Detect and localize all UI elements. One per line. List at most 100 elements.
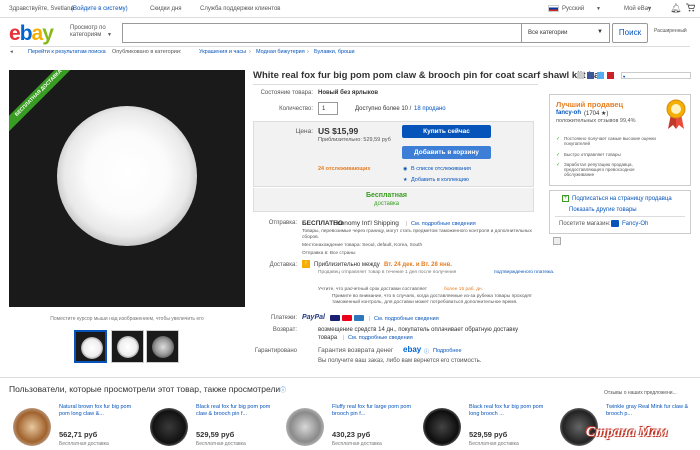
similar-item-price: 529,59 руб bbox=[196, 430, 235, 439]
chevron-down-icon: ▼ bbox=[647, 6, 652, 12]
search-button[interactable]: Поиск bbox=[612, 23, 648, 43]
image-zoom-caption: Поместите курсор мыши над изображением, … bbox=[50, 316, 204, 322]
feedback-link[interactable]: Отзывы о наших предложени... bbox=[604, 390, 677, 396]
browse-categories-button[interactable]: Просмотр по категориям bbox=[70, 25, 112, 39]
returns-details-link[interactable]: См. подробные сведения bbox=[348, 335, 413, 341]
pinterest-share-icon[interactable] bbox=[607, 72, 614, 79]
watch-list-link[interactable]: В список отслеживания bbox=[411, 166, 471, 172]
guarantee-note: Вы получите ваш заказ, либо вам вернется… bbox=[318, 358, 482, 364]
visit-store-label: Посетите магазин: bbox=[559, 221, 611, 227]
seller-name-link[interactable]: fancy-oh bbox=[556, 110, 581, 116]
item-location: Местонахождение товара: Seoul, default, … bbox=[302, 243, 423, 248]
header: ebay Просмотр по категориям ▼ Все катего… bbox=[0, 18, 700, 46]
delivery-note1: Продавец отправляет товар в течение 1 дн… bbox=[318, 270, 457, 275]
language-select[interactable]: Русский bbox=[562, 6, 584, 12]
ebay-logo[interactable]: ebay bbox=[9, 22, 54, 46]
category-select[interactable]: Все категории ▼ bbox=[522, 23, 610, 43]
search-input[interactable] bbox=[122, 23, 522, 43]
delivery-calendar-icon: ! bbox=[302, 260, 310, 268]
subscribe-seller-link[interactable]: Подписаться на страницу продавца bbox=[572, 196, 672, 202]
delivery-estimate: Приблизительно между bbox=[314, 262, 380, 268]
guarantee-text: Гарантия возврата денег bbox=[318, 347, 394, 354]
similar-item-card[interactable]: Black real fox fur big pom pom long broo… bbox=[419, 400, 552, 450]
add-to-cart-button[interactable]: Добавить в корзину bbox=[402, 146, 491, 159]
amex-icon bbox=[354, 315, 364, 321]
guarantee-more-link[interactable]: Подробнее bbox=[433, 348, 462, 354]
returns-label: Возврат: bbox=[272, 327, 297, 333]
similar-item-name[interactable]: Twinkle gray Real Mink fur claw & brooch… bbox=[606, 404, 698, 417]
signin-link[interactable]: (Войдите в систему) bbox=[71, 6, 128, 12]
buy-now-button[interactable]: Купить сейчас bbox=[402, 125, 491, 138]
similar-item-name[interactable]: Natural brown fox fur big pom pom long c… bbox=[59, 404, 141, 417]
breadcrumb-fashion[interactable]: Модная бижутерия bbox=[256, 49, 305, 55]
breadcrumb-brooches[interactable]: Булавки, броши bbox=[314, 49, 355, 55]
similar-item-card[interactable]: Natural brown fox fur big pom pom long c… bbox=[9, 400, 142, 450]
seller-point-2: Быстро отправляет товары bbox=[564, 152, 621, 157]
shipping-details-link[interactable]: См. подробные сведения bbox=[411, 221, 476, 227]
main-product-image[interactable]: БЕСПЛАТНАЯ ДОСТАВКА bbox=[9, 70, 245, 307]
similar-item-card[interactable]: Fluffy real fox fur large pom pom brooch… bbox=[282, 400, 415, 450]
delivery-dates: Вт. 24 дек. и Вт. 28 янв. bbox=[384, 262, 452, 268]
breadcrumb-back[interactable]: Перейти к результатам поиска bbox=[28, 49, 106, 55]
broken-image-icon bbox=[553, 237, 561, 245]
other-items-link[interactable]: Показать другие товары bbox=[569, 207, 637, 213]
top-seller-heading: Лучший продавец bbox=[556, 100, 624, 109]
returns-text1: возмещение средств 14 дн., покупатель оп… bbox=[318, 327, 519, 333]
condition-value: Новый без ярлыков bbox=[318, 90, 379, 96]
similar-item-card[interactable]: Black real fox fur big pom pom claw & br… bbox=[146, 400, 279, 450]
seller-rating: (1704 ★) bbox=[584, 111, 609, 117]
thumbnail-3[interactable] bbox=[146, 330, 179, 363]
deals-link[interactable]: Скидки дня bbox=[150, 6, 182, 12]
delivery-note3: Примите во внимание, что в случаях, когд… bbox=[332, 294, 533, 305]
watch-heart-icon[interactable]: ♥︎ bbox=[621, 72, 691, 79]
top-seller-badge-icon bbox=[666, 99, 686, 129]
seller-positive: положительных отзывов 99,4% bbox=[556, 118, 636, 124]
cart-icon[interactable] bbox=[686, 3, 696, 12]
help-icon[interactable]: ⓘ bbox=[280, 385, 286, 394]
shipping-note: Товары, перевозимые через границу, могут… bbox=[302, 229, 532, 240]
watchers-count: 24 отслеживающих bbox=[318, 166, 371, 172]
thumbnail-1[interactable] bbox=[74, 330, 107, 363]
breadcrumb-jewelry[interactable]: Украшения и часы bbox=[199, 49, 246, 55]
sold-link[interactable]: 18 продано bbox=[414, 106, 446, 112]
fur-pom-pom-image bbox=[57, 106, 197, 246]
add-collection-link[interactable]: Добавить в коллекцию bbox=[411, 177, 469, 183]
twitter-share-icon[interactable] bbox=[597, 72, 604, 79]
guarantee-info-icon[interactable]: ⓘ bbox=[424, 348, 429, 355]
seller-point-1: Постоянно получает самые высокие оценки … bbox=[564, 136, 656, 146]
quantity-input[interactable]: 1 bbox=[318, 102, 338, 115]
chevron-down-icon: ▼ bbox=[107, 32, 112, 38]
price-value: US $15,99 bbox=[318, 126, 359, 136]
price-approx: Приблизительно: 529,59 руб bbox=[318, 137, 391, 143]
store-name-link[interactable]: Fancy-Oh bbox=[622, 221, 648, 227]
delivery-note2-highlight: более 15 раб. дн. bbox=[444, 287, 483, 292]
condition-label: Состояние товара: bbox=[260, 90, 313, 96]
advanced-search-link[interactable]: Расширенный bbox=[654, 28, 687, 34]
similar-item-name[interactable]: Fluffy real fox fur large pom pom brooch… bbox=[332, 404, 414, 417]
confirmed-payment-link[interactable]: подтвержденного платежа. bbox=[494, 270, 554, 275]
support-link[interactable]: Служба поддержки клиентов bbox=[200, 6, 280, 12]
similar-item-shipping: Бесплатная доставка bbox=[196, 441, 246, 447]
visa-icon bbox=[330, 315, 340, 321]
store-icon bbox=[611, 220, 619, 227]
similar-item-price: 562,71 руб bbox=[59, 430, 98, 439]
delivery-label: Доставка: bbox=[269, 262, 297, 268]
similar-item-name[interactable]: Black real fox fur big pom pom long broo… bbox=[469, 404, 551, 417]
free-shipping-text: Бесплатная bbox=[366, 192, 407, 199]
star-icon: ★ bbox=[403, 177, 408, 183]
similar-item-price: 430,23 руб bbox=[332, 430, 371, 439]
thumbnail-2[interactable] bbox=[111, 330, 144, 363]
available-text: Доступно более 10 / bbox=[355, 106, 412, 112]
back-arrow-icon: ◂ bbox=[10, 49, 13, 55]
russia-flag-icon bbox=[548, 5, 559, 12]
check-icon: ✓ bbox=[556, 152, 561, 158]
quantity-label: Количество: bbox=[279, 106, 313, 112]
payment-details-link[interactable]: См. подробные сведения bbox=[374, 316, 439, 322]
check-icon: ✓ bbox=[556, 136, 561, 142]
facebook-share-icon[interactable] bbox=[587, 72, 594, 79]
category-select-label: Все категории bbox=[528, 30, 568, 36]
email-share-icon[interactable] bbox=[577, 72, 584, 79]
similar-item-name[interactable]: Black real fox fur big pom pom claw & br… bbox=[196, 404, 278, 417]
bell-icon[interactable]: 🔔︎ bbox=[670, 3, 681, 14]
ebay-guarantee-logo: ebay bbox=[403, 345, 422, 354]
